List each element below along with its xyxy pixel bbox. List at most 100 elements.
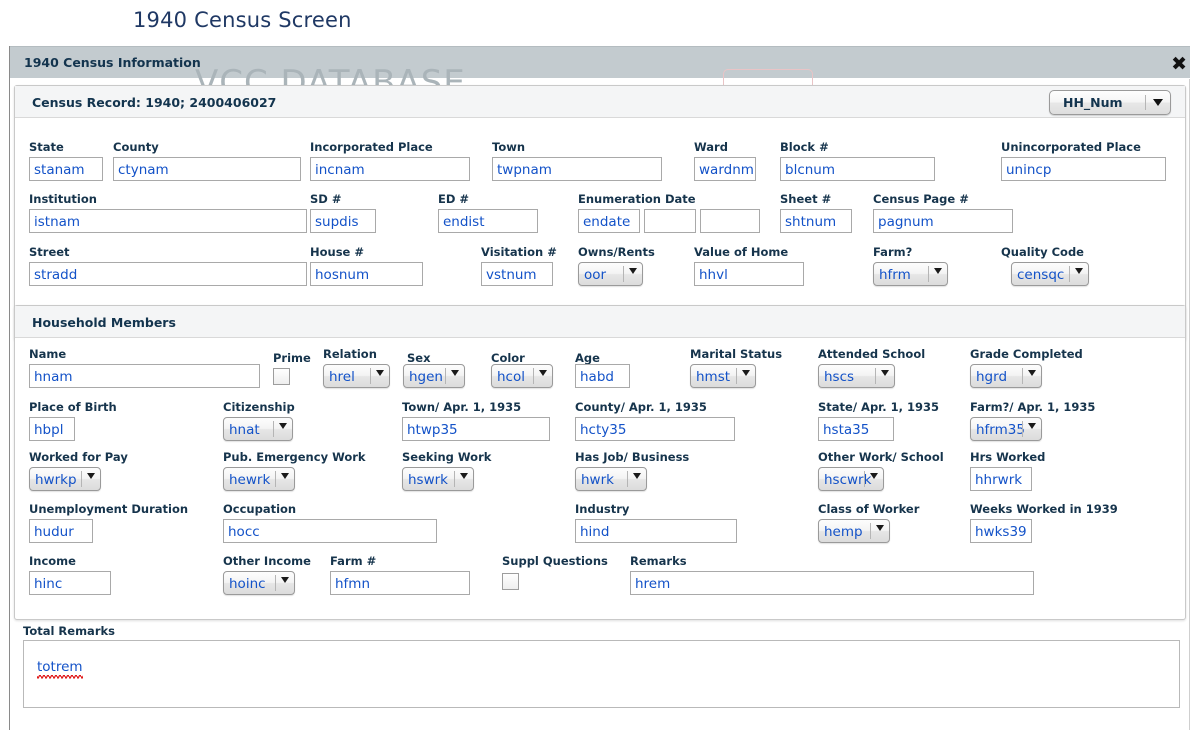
enumeration-date-2-input[interactable] (644, 209, 696, 233)
owns-rents-separator (623, 266, 624, 282)
class-of-worker-select[interactable]: hemp (818, 519, 890, 543)
enumeration-date-input[interactable]: endate (578, 209, 640, 233)
marital-status-select[interactable]: hmst (690, 364, 756, 388)
farm-select[interactable]: hfrm (873, 262, 948, 286)
ed-number-input[interactable]: endist (438, 209, 538, 233)
county-apr-1-1935-value: hcty35 (580, 420, 626, 441)
hrs-worked-input[interactable]: hhrwrk (970, 467, 1032, 491)
farm-apr-1-1935-select[interactable]: hfrm35 (970, 417, 1042, 441)
name-input[interactable]: hnam (29, 364, 260, 388)
has-job-business-select[interactable]: hwrk (575, 467, 647, 491)
total-remarks-label: Total Remarks (23, 624, 115, 638)
total-remarks-input[interactable]: totrem (23, 640, 1180, 708)
seeking-work-label: Seeking Work (402, 451, 491, 464)
age-input[interactable]: habd (575, 364, 630, 388)
ed-number-value: endist (443, 212, 485, 233)
occupation-input[interactable]: hocc (223, 519, 437, 543)
ward-value: wardnm (699, 160, 754, 181)
class-of-worker-value: hemp (824, 522, 863, 543)
hrs-worked-value: hhrwrk (975, 470, 1022, 491)
prime-label: Prime (273, 352, 311, 365)
county-apr-1-1935-input[interactable]: hcty35 (575, 417, 735, 441)
owns-rents-label: Owns/Rents (578, 246, 655, 259)
unemployment-duration-input[interactable]: hudur (29, 519, 93, 543)
citizenship-separator (273, 421, 274, 437)
quality-code-select[interactable]: censqc (1011, 262, 1089, 286)
chevron-down-icon (281, 577, 289, 583)
census-page-number-input[interactable]: pagnum (873, 209, 1013, 233)
incorporated-place-input[interactable]: incnam (310, 157, 470, 181)
relation-select[interactable]: hrel (323, 364, 390, 388)
block-number-value: blcnum (785, 160, 835, 181)
house-number-input[interactable]: hosnum (310, 262, 423, 286)
county-apr-1-1935-label: County/ Apr. 1, 1935 (575, 401, 707, 414)
remarks-input[interactable]: hrem (630, 571, 1034, 595)
citizenship-label: Citizenship (223, 401, 295, 414)
suppl-questions-checkbox[interactable] (502, 573, 519, 590)
income-input[interactable]: hinc (29, 571, 111, 595)
pub-emergency-work-select[interactable]: hewrk (223, 467, 295, 491)
enumeration-date-value: endate (583, 212, 630, 233)
county-input[interactable]: ctynam (113, 157, 301, 181)
industry-input[interactable]: hind (575, 519, 737, 543)
prime-checkbox[interactable] (273, 368, 290, 385)
institution-input[interactable]: istnam (29, 209, 307, 233)
town-input[interactable]: twpnam (492, 157, 662, 181)
visitation-number-value: vstnum (486, 265, 537, 286)
unincorporated-place-value: unincp (1006, 160, 1051, 181)
relation-label: Relation (323, 348, 377, 361)
chevron-down-icon (1028, 423, 1036, 429)
grade-completed-label: Grade Completed (970, 348, 1083, 361)
grade-completed-separator (1022, 368, 1023, 384)
class-of-worker-separator (870, 523, 871, 539)
weeks-worked-in-1939-input[interactable]: hwks39 (970, 519, 1032, 543)
house-number-label: House # (310, 246, 364, 259)
other-work-school-select[interactable]: hscwrk (818, 467, 884, 491)
enumeration-date-label: Enumeration Date (578, 193, 696, 206)
town-label: Town (492, 141, 525, 154)
unincorporated-place-label: Unincorporated Place (1001, 141, 1141, 154)
worked-for-pay-label: Worked for Pay (29, 451, 128, 464)
marital-status-separator (736, 368, 737, 384)
state-apr-1-1935-input[interactable]: hsta35 (818, 417, 894, 441)
color-select[interactable]: hcol (491, 364, 553, 388)
enumeration-date-3-input[interactable] (700, 209, 760, 233)
value-of-home-input[interactable]: hhvl (694, 262, 804, 286)
grade-completed-select[interactable]: hgrd (970, 364, 1042, 388)
worked-for-pay-value: hwrkp (35, 470, 77, 491)
farm-separator (928, 266, 929, 282)
farm-apr-1-1935-separator (1022, 421, 1023, 437)
hh-num-selector[interactable]: HH_Num (1049, 90, 1171, 115)
worked-for-pay-select[interactable]: hwrkp (29, 467, 101, 491)
sex-select[interactable]: hgen (403, 364, 465, 388)
pub-emergency-work-label: Pub. Emergency Work (223, 451, 366, 464)
occupation-value: hocc (228, 522, 260, 543)
ward-label: Ward (694, 141, 728, 154)
visitation-number-input[interactable]: vstnum (481, 262, 553, 286)
farm-number-input[interactable]: hfmn (330, 571, 470, 595)
block-number-input[interactable]: blcnum (780, 157, 935, 181)
place-of-birth-input[interactable]: hbpl (29, 417, 75, 441)
unincorporated-place-input[interactable]: unincp (1001, 157, 1166, 181)
other-work-school-separator (864, 471, 865, 487)
ward-input[interactable]: wardnm (694, 157, 756, 181)
other-income-select[interactable]: hoinc (223, 571, 295, 595)
owns-rents-select[interactable]: oor (578, 262, 643, 286)
unemployment-duration-label: Unemployment Duration (29, 503, 188, 516)
citizenship-select[interactable]: hnat (223, 417, 293, 441)
has-job-business-label: Has Job/ Business (575, 451, 689, 464)
place-of-birth-label: Place of Birth (29, 401, 117, 414)
street-input[interactable]: stradd (29, 262, 307, 286)
sd-number-input[interactable]: supdis (310, 209, 376, 233)
industry-value: hind (580, 522, 609, 543)
suppl-questions-label: Suppl Questions (502, 555, 608, 568)
seeking-work-select[interactable]: hswrk (402, 467, 474, 491)
hrs-worked-label: Hrs Worked (970, 451, 1045, 464)
close-icon[interactable]: ✖ (1171, 55, 1187, 74)
town-apr-1-1935-input[interactable]: htwp35 (402, 417, 550, 441)
state-input[interactable]: stanam (29, 157, 103, 181)
attended-school-select[interactable]: hscs (818, 364, 895, 388)
sheet-number-input[interactable]: shtnum (780, 209, 852, 233)
household-panel-header: Household Members (15, 306, 1185, 338)
sheet-number-label: Sheet # (780, 193, 831, 206)
